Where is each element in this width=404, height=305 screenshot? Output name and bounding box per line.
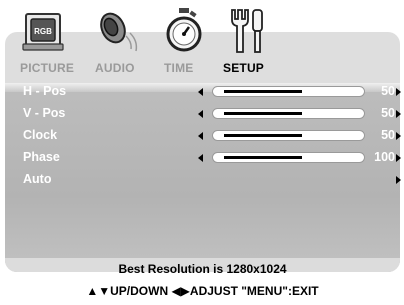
picture-icon[interactable]: RGB <box>21 6 69 56</box>
setting-label: H - Pos <box>23 84 67 98</box>
decrease-arrow-icon[interactable] <box>198 88 203 96</box>
setting-value: 50 <box>381 128 395 142</box>
decrease-arrow-icon[interactable] <box>198 110 203 118</box>
setting-label: Clock <box>23 128 58 142</box>
slider-track[interactable] <box>212 86 365 97</box>
tools-icon[interactable] <box>224 6 272 56</box>
enter-arrow-icon[interactable] <box>396 176 401 184</box>
setting-value: 50 <box>381 106 395 120</box>
stopwatch-icon[interactable] <box>160 6 208 56</box>
setting-row-clock[interactable]: Clock 50 <box>5 126 401 146</box>
setting-row-h-pos[interactable]: H - Pos 50 <box>5 82 401 102</box>
setting-row-phase[interactable]: Phase 100 <box>5 148 401 168</box>
tab-setup[interactable]: SETUP <box>223 61 264 75</box>
slider-fill <box>224 90 302 93</box>
slider-fill <box>224 112 302 115</box>
slider-track[interactable] <box>212 108 365 119</box>
setting-value: 100 <box>374 150 395 164</box>
increase-arrow-icon[interactable] <box>396 154 401 162</box>
speaker-icon[interactable] <box>95 6 143 56</box>
tab-audio[interactable]: AUDIO <box>95 61 135 75</box>
tab-picture[interactable]: PICTURE <box>20 61 74 75</box>
tab-time[interactable]: TIME <box>164 61 193 75</box>
rgb-label: RGB <box>34 27 52 36</box>
navigation-hint: ▲▼UP/DOWN ◀▶ADJUST "MENU":EXIT <box>86 284 319 298</box>
slider-track[interactable] <box>212 152 365 163</box>
resolution-hint: Best Resolution is 1280x1024 <box>118 262 287 276</box>
slider-track[interactable] <box>212 130 365 141</box>
setting-label: Phase <box>23 150 60 164</box>
slider-fill <box>224 134 302 137</box>
increase-arrow-icon[interactable] <box>396 88 401 96</box>
decrease-arrow-icon[interactable] <box>198 132 203 140</box>
setting-label: Auto <box>23 172 52 186</box>
setting-row-auto[interactable]: Auto <box>5 170 401 190</box>
decrease-arrow-icon[interactable] <box>198 154 203 162</box>
slider-fill <box>224 156 302 159</box>
increase-arrow-icon[interactable] <box>396 110 401 118</box>
setting-value: 50 <box>381 84 395 98</box>
increase-arrow-icon[interactable] <box>396 132 401 140</box>
setting-label: V - Pos <box>23 106 66 120</box>
setting-row-v-pos[interactable]: V - Pos 50 <box>5 104 401 124</box>
